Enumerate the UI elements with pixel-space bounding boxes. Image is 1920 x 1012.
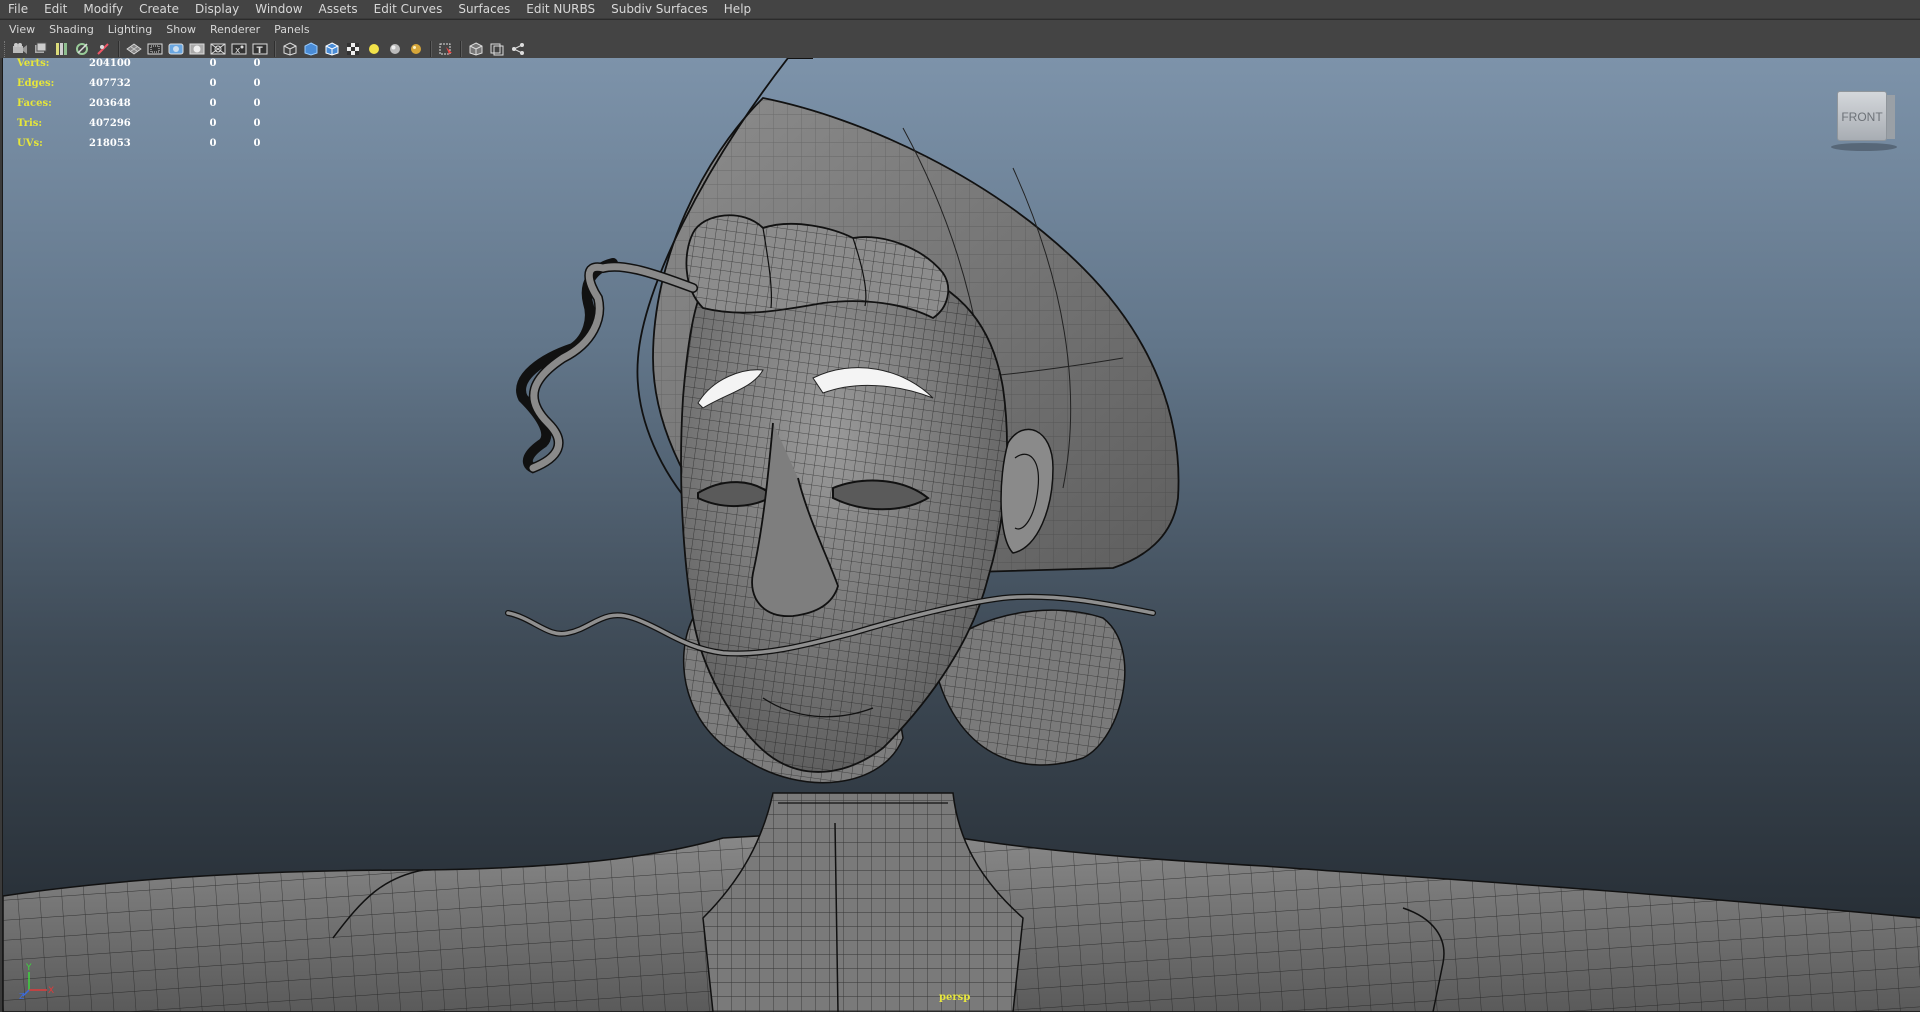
menu-edit-nurbs[interactable]: Edit NURBS	[518, 0, 603, 18]
hud-component: 0	[253, 77, 261, 89]
toolbar-separator	[460, 41, 462, 57]
menu-help[interactable]: Help	[716, 0, 759, 18]
default-material-icon[interactable]	[407, 41, 424, 57]
two-d-pan-zoom-icon[interactable]	[74, 41, 91, 57]
svg-text:T: T	[256, 46, 263, 56]
hud-component: 0	[253, 58, 261, 69]
image-plane-icon[interactable]	[53, 41, 70, 57]
menu-edit-curves[interactable]: Edit Curves	[366, 0, 451, 18]
xray-joints-icon[interactable]	[488, 41, 505, 57]
view-cube[interactable]: FRONT	[1831, 85, 1897, 151]
view-cube-shadow	[1831, 143, 1897, 151]
hud-row-faces: Faces: 203648 0 0	[17, 93, 267, 113]
menu-display[interactable]: Display	[187, 0, 247, 18]
hud-total: 218053	[89, 137, 131, 149]
hud-selected: 0	[209, 77, 217, 89]
menu-modify[interactable]: Modify	[75, 0, 131, 18]
bookmark-icon[interactable]	[32, 41, 49, 57]
hud-row-tris: Tris: 407296 0 0	[17, 113, 267, 133]
view-cube-front-face[interactable]: FRONT	[1837, 91, 1887, 141]
menu-create[interactable]: Create	[131, 0, 187, 18]
poly-count-hud: Verts: 204100 0 0 Edges: 407732 0 0 Face…	[17, 58, 267, 153]
menu-surfaces[interactable]: Surfaces	[450, 0, 518, 18]
hud-label: Faces:	[17, 97, 52, 109]
main-menu-bar: File Edit Modify Create Display Window A…	[0, 0, 1920, 18]
panel-toolbar: x T	[0, 39, 1920, 59]
hud-row-verts: Verts: 204100 0 0	[17, 58, 267, 73]
character-model[interactable]	[3, 58, 1920, 1012]
resolution-gate-icon[interactable]	[167, 41, 184, 57]
textured-icon[interactable]	[344, 41, 361, 57]
axis-gizmo: Y X Z	[19, 963, 54, 1000]
film-gate-icon[interactable]	[146, 41, 163, 57]
gate-mask-icon[interactable]	[188, 41, 205, 57]
x-axis-label: X	[48, 986, 54, 996]
hud-row-edges: Edges: 407732 0 0	[17, 73, 267, 93]
hud-selected: 0	[209, 137, 217, 149]
toolbar-separator	[274, 41, 276, 57]
menu-subdiv-surfaces[interactable]: Subdiv Surfaces	[603, 0, 716, 18]
panel-menu-panels[interactable]: Panels	[267, 20, 316, 39]
grease-pencil-icon[interactable]	[95, 41, 112, 57]
hud-component: 0	[253, 117, 261, 129]
hud-component: 0	[253, 137, 261, 149]
wireframe-on-shaded-icon[interactable]	[323, 41, 340, 57]
menu-window[interactable]: Window	[247, 0, 310, 18]
hud-component: 0	[253, 97, 261, 109]
view-cube-side[interactable]	[1887, 95, 1895, 139]
toolbar-separator	[430, 41, 432, 57]
hierarchy-icon[interactable]	[509, 41, 526, 57]
panel-menu-shading[interactable]: Shading	[42, 20, 101, 39]
hud-row-uvs: UVs: 218053 0 0	[17, 133, 267, 153]
menu-assets[interactable]: Assets	[311, 0, 366, 18]
svg-text:x: x	[235, 46, 241, 56]
isolate-select-icon[interactable]	[437, 41, 454, 57]
xray-icon[interactable]	[467, 41, 484, 57]
panel-menu-renderer[interactable]: Renderer	[203, 20, 267, 39]
smooth-shade-icon[interactable]	[302, 41, 319, 57]
perspective-viewport[interactable]: Verts: 204100 0 0 Edges: 407732 0 0 Face…	[2, 58, 1920, 1012]
wireframe-icon[interactable]	[281, 41, 298, 57]
panel-menu-show[interactable]: Show	[159, 20, 203, 39]
hud-total: 204100	[89, 58, 131, 69]
menu-edit[interactable]: Edit	[36, 0, 75, 18]
camera-attributes-icon[interactable]	[11, 41, 28, 57]
panel-menu-lighting[interactable]: Lighting	[101, 20, 159, 39]
hud-total: 407296	[89, 117, 131, 129]
grid-icon[interactable]	[125, 41, 142, 57]
hud-selected: 0	[209, 117, 217, 129]
shadows-icon[interactable]	[386, 41, 403, 57]
hud-label: Verts:	[17, 58, 50, 69]
z-axis-label: Z	[19, 992, 25, 1000]
hud-label: UVs:	[17, 137, 43, 149]
field-chart-icon[interactable]	[209, 41, 226, 57]
hud-selected: 0	[209, 58, 217, 69]
toolbar-separator	[118, 41, 120, 57]
menu-file[interactable]: File	[0, 0, 36, 18]
hud-label: Edges:	[17, 77, 55, 89]
safe-action-icon[interactable]: x	[230, 41, 247, 57]
use-all-lights-icon[interactable]	[365, 41, 382, 57]
hud-selected: 0	[209, 97, 217, 109]
hud-label: Tris:	[17, 117, 43, 129]
y-axis-label: Y	[25, 963, 32, 973]
panel-menu-view[interactable]: View	[0, 20, 42, 39]
panel-menu-bar: View Shading Lighting Show Renderer Pane…	[0, 20, 1920, 39]
hud-total: 407732	[89, 77, 131, 89]
panel-toolbar-area: View Shading Lighting Show Renderer Pane…	[0, 19, 1920, 58]
hud-total: 203648	[89, 97, 131, 109]
safe-title-icon[interactable]: T	[251, 41, 268, 57]
camera-name-label: persp	[939, 992, 971, 1003]
toolbar-grip[interactable]	[4, 41, 7, 57]
